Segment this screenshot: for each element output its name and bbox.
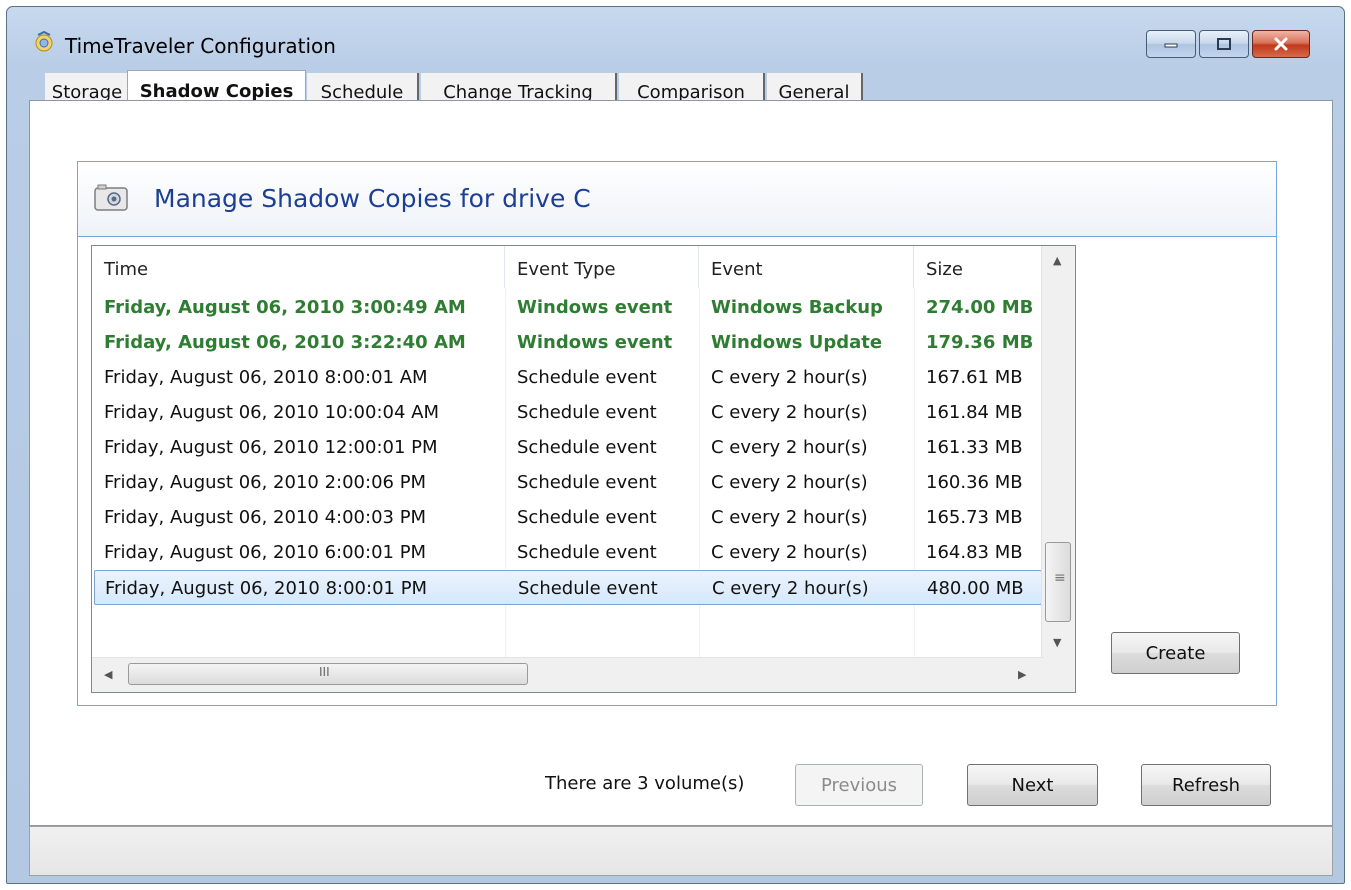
list-item[interactable]: Friday, August 06, 2010 12:00:01 PM Sched… <box>94 430 1042 465</box>
cell-type: Schedule event <box>517 402 657 423</box>
cell-type: Schedule event <box>517 437 657 458</box>
close-button[interactable] <box>1252 30 1310 58</box>
cell-size: 160.36 MB <box>926 472 1023 493</box>
cell-time: Friday, August 06, 2010 8:00:01 PM <box>105 578 428 599</box>
cell-type: Schedule event <box>517 472 657 493</box>
horizontal-scrollbar[interactable]: ◀ III ▶ <box>92 657 1044 692</box>
scroll-up-icon[interactable]: ▲ <box>1053 254 1061 267</box>
create-button[interactable]: Create <box>1111 632 1240 674</box>
cell-event: Windows Update <box>711 332 883 353</box>
list-body: Friday, August 06, 2010 3:00:49 AM Window… <box>92 288 1042 658</box>
scrollbar-corner <box>1042 658 1075 692</box>
cell-size: 274.00 MB <box>926 297 1034 318</box>
list-item[interactable]: Friday, August 06, 2010 3:00:49 AM Window… <box>94 290 1042 325</box>
title-bar[interactable]: TimeTraveler Configuration <box>7 7 1344 67</box>
previous-button[interactable]: Previous <box>795 764 923 806</box>
volume-count-text: There are 3 volume(s) <box>545 773 745 794</box>
cell-event: C every 2 hour(s) <box>711 542 868 563</box>
list-item[interactable]: Friday, August 06, 2010 10:00:04 AM Sched… <box>94 395 1042 430</box>
list-item[interactable]: Friday, August 06, 2010 4:00:03 PM Schedu… <box>94 500 1042 535</box>
list-item[interactable]: Friday, August 06, 2010 8:00:01 AM Schedu… <box>94 360 1042 395</box>
timetraveler-app-icon <box>35 31 53 52</box>
group-header: Manage Shadow Copies for drive C <box>78 162 1276 237</box>
minimize-icon <box>1164 43 1178 48</box>
scroll-right-icon[interactable]: ▶ <box>1018 668 1026 681</box>
cell-time: Friday, August 06, 2010 10:00:04 AM <box>104 402 439 423</box>
vertical-scrollbar[interactable]: ▲ ≡ ▼ <box>1041 246 1075 658</box>
minimize-button[interactable] <box>1146 30 1196 58</box>
column-header-event-type[interactable]: Event Type <box>505 246 699 288</box>
cell-size: 480.00 MB <box>927 578 1024 599</box>
cell-size: 165.73 MB <box>926 507 1023 528</box>
cell-event: C every 2 hour(s) <box>711 402 868 423</box>
shadow-copies-list[interactable]: Time Event Type Event Size Friday, Augus… <box>91 245 1076 693</box>
window-title: TimeTraveler Configuration <box>65 34 336 58</box>
next-button[interactable]: Next <box>967 764 1098 806</box>
cell-size: 164.83 MB <box>926 542 1023 563</box>
cell-time: Friday, August 06, 2010 12:00:01 PM <box>104 437 438 458</box>
cell-event: C every 2 hour(s) <box>711 472 868 493</box>
camera-icon <box>94 184 128 211</box>
close-icon <box>1274 37 1288 51</box>
cell-size: 167.61 MB <box>926 367 1023 388</box>
maximize-button[interactable] <box>1199 30 1249 58</box>
maximize-icon <box>1217 38 1231 50</box>
status-bar <box>29 826 1333 876</box>
cell-type: Schedule event <box>517 507 657 528</box>
vertical-scroll-thumb[interactable]: ≡ <box>1045 542 1071 622</box>
cell-event: C every 2 hour(s) <box>711 507 868 528</box>
scroll-left-icon[interactable]: ◀ <box>104 668 112 681</box>
scroll-down-icon[interactable]: ▼ <box>1053 636 1061 649</box>
cell-type: Windows event <box>517 297 673 318</box>
cell-time: Friday, August 06, 2010 6:00:01 PM <box>104 542 427 563</box>
horizontal-scroll-thumb[interactable]: III <box>128 663 528 685</box>
cell-type: Schedule event <box>518 578 658 599</box>
column-header-event[interactable]: Event <box>699 246 914 288</box>
cell-time: Friday, August 06, 2010 3:00:49 AM <box>104 297 466 318</box>
grip-icon: III <box>319 665 330 679</box>
cell-type: Schedule event <box>517 542 657 563</box>
list-item[interactable]: Friday, August 06, 2010 2:00:06 PM Schedu… <box>94 465 1042 500</box>
column-header-size[interactable]: Size <box>914 246 1042 288</box>
cell-event: C every 2 hour(s) <box>712 578 869 599</box>
cell-time: Friday, August 06, 2010 2:00:06 PM <box>104 472 427 493</box>
list-header: Time Event Type Event Size <box>92 246 1042 288</box>
grip-icon: ≡ <box>1054 570 1066 586</box>
refresh-button[interactable]: Refresh <box>1141 764 1271 806</box>
cell-time: Friday, August 06, 2010 3:22:40 AM <box>104 332 466 353</box>
cell-type: Schedule event <box>517 367 657 388</box>
cell-type: Windows event <box>517 332 673 353</box>
list-item-selected[interactable]: Friday, August 06, 2010 8:00:01 PM Schedu… <box>94 570 1042 605</box>
list-item[interactable]: Friday, August 06, 2010 6:00:01 PM Schedu… <box>94 535 1042 570</box>
cell-size: 179.36 MB <box>926 332 1034 353</box>
cell-size: 161.33 MB <box>926 437 1023 458</box>
tab-content-panel: Manage Shadow Copies for drive C Time Ev… <box>29 100 1333 826</box>
cell-time: Friday, August 06, 2010 8:00:01 AM <box>104 367 428 388</box>
shadow-copies-group: Manage Shadow Copies for drive C Time Ev… <box>77 161 1277 706</box>
cell-time: Friday, August 06, 2010 4:00:03 PM <box>104 507 427 528</box>
group-title: Manage Shadow Copies for drive C <box>154 184 591 213</box>
cell-event: Windows Backup <box>711 297 883 318</box>
cell-size: 161.84 MB <box>926 402 1023 423</box>
list-item[interactable]: Friday, August 06, 2010 3:22:40 AM Window… <box>94 325 1042 360</box>
cell-event: C every 2 hour(s) <box>711 437 868 458</box>
column-header-time[interactable]: Time <box>92 246 505 288</box>
cell-event: C every 2 hour(s) <box>711 367 868 388</box>
